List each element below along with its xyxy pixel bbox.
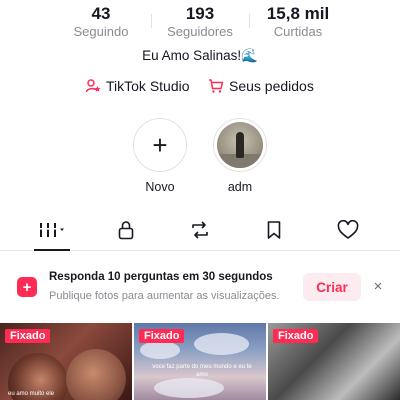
- tiktok-studio-label: TikTok Studio: [106, 78, 190, 94]
- bio-text: Eu Amo Salinas!: [142, 48, 242, 63]
- cloud-shape: [154, 378, 224, 398]
- tab-favorites[interactable]: [244, 210, 304, 250]
- heart-icon: [337, 220, 359, 239]
- followers-stat[interactable]: 193 Seguidores: [155, 4, 245, 40]
- likes-label: Curtidas: [273, 24, 323, 39]
- promo-title: Responda 10 perguntas em 30 segundos: [49, 271, 273, 283]
- video-thumbnail[interactable]: voce faz parte do meu mundo e eu te amo …: [134, 323, 266, 400]
- close-icon[interactable]: ×: [370, 278, 386, 295]
- orders-label: Seus pedidos: [229, 78, 314, 94]
- profile-tabs: [0, 210, 400, 251]
- story-thumbnail: [217, 122, 263, 168]
- promo-banner: + Responda 10 perguntas em 30 segundos P…: [0, 262, 400, 312]
- pinned-badge: Fixado: [139, 329, 185, 343]
- followers-count: 193: [185, 4, 215, 23]
- cloud-shape: [140, 341, 180, 359]
- profile-bio: Eu Amo Salinas!🌊: [0, 48, 400, 64]
- create-button[interactable]: Criar: [303, 273, 361, 301]
- plus-icon: +: [152, 130, 168, 160]
- tab-liked[interactable]: [318, 210, 378, 250]
- followers-label: Seguidores: [167, 24, 233, 39]
- following-stat[interactable]: 43 Seguindo: [56, 4, 146, 40]
- video-caption: voce faz parte do meu mundo e eu te amo: [152, 364, 252, 378]
- pinned-badge: Fixado: [5, 329, 51, 343]
- tab-reposts[interactable]: [170, 210, 230, 250]
- tab-videos[interactable]: [22, 210, 82, 251]
- cloud-shape: [194, 333, 249, 355]
- video-thumbnail[interactable]: eu amo muito ele Fixado: [0, 323, 132, 400]
- cart-icon: [209, 79, 224, 93]
- thumbnail-figure: [236, 132, 244, 158]
- photo-plus-icon: +: [17, 277, 37, 297]
- following-count: 43: [91, 4, 111, 23]
- video-thumbnail[interactable]: Fixado: [268, 323, 400, 400]
- likes-count: 15,8 mil: [266, 4, 330, 23]
- grid-icon: [38, 223, 64, 237]
- new-highlight-circle[interactable]: +: [133, 118, 187, 172]
- tab-private[interactable]: [96, 210, 156, 250]
- highlight-new[interactable]: + Novo: [132, 118, 188, 194]
- photo-person: [66, 349, 126, 400]
- highlight-name: Novo: [145, 180, 175, 194]
- stat-divider: [151, 14, 152, 28]
- tiktok-studio-link[interactable]: TikTok Studio: [85, 78, 190, 94]
- studio-icon: [85, 79, 101, 93]
- pinned-badge: Fixado: [273, 329, 319, 343]
- video-caption: eu amo muito ele: [8, 391, 55, 397]
- video-grid: eu amo muito ele Fixado voce faz parte d…: [0, 323, 400, 400]
- wave-emoji: 🌊: [241, 48, 258, 63]
- highlight-name: adm: [227, 180, 253, 194]
- lock-icon: [118, 221, 134, 240]
- stat-divider: [249, 14, 250, 28]
- highlight-adm[interactable]: adm: [212, 118, 268, 194]
- likes-stat[interactable]: 15,8 mil Curtidas: [253, 4, 343, 40]
- repost-icon: [192, 221, 208, 239]
- highlight-circle[interactable]: [213, 118, 267, 172]
- bookmark-icon: [267, 221, 281, 239]
- profile-links: TikTok Studio Seus pedidos: [0, 78, 400, 100]
- orders-link[interactable]: Seus pedidos: [208, 78, 314, 94]
- stats-row: 43 Seguindo 193 Seguidores 15,8 mil Curt…: [0, 0, 400, 44]
- following-label: Seguindo: [73, 24, 129, 39]
- promo-subtitle: Publique fotos para aumentar as visualiz…: [49, 290, 280, 302]
